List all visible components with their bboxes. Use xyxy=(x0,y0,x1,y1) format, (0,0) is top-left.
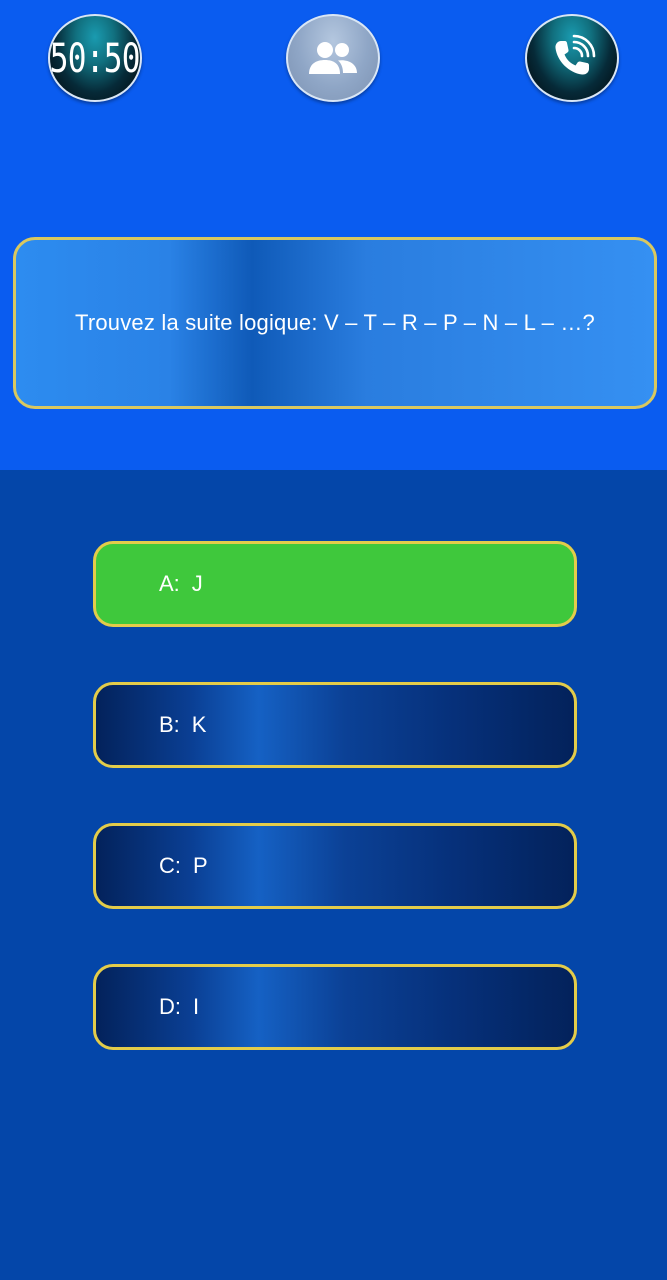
answer-letter: C: xyxy=(159,853,181,878)
question-text: Trouvez la suite logique: V – T – R – P … xyxy=(75,310,595,335)
answer-b-button[interactable]: B: K xyxy=(93,682,577,768)
phone-call-icon xyxy=(555,34,596,75)
answer-letter: B: xyxy=(159,712,180,737)
question-box: Trouvez la suite logique: V – T – R – P … xyxy=(13,237,657,409)
fifty-fifty-label: 50:50 xyxy=(49,36,141,82)
answer-a-button[interactable]: A: J xyxy=(93,541,577,627)
answer-text: J xyxy=(191,571,203,596)
answer-text: K xyxy=(191,712,207,737)
answer-c-button[interactable]: C: P xyxy=(93,823,577,909)
answer-letter: D: xyxy=(159,994,181,1019)
answer-d-button[interactable]: D: I xyxy=(93,964,577,1050)
answer-text: P xyxy=(193,853,208,878)
answer-text: I xyxy=(193,994,200,1019)
fifty-fifty-lifeline-button[interactable]: 50:50 xyxy=(48,14,142,102)
phone-a-friend-lifeline-button[interactable] xyxy=(525,14,619,102)
answer-letter: A: xyxy=(159,571,180,596)
audience-icon xyxy=(309,42,357,74)
ask-audience-lifeline-button[interactable] xyxy=(286,14,380,102)
